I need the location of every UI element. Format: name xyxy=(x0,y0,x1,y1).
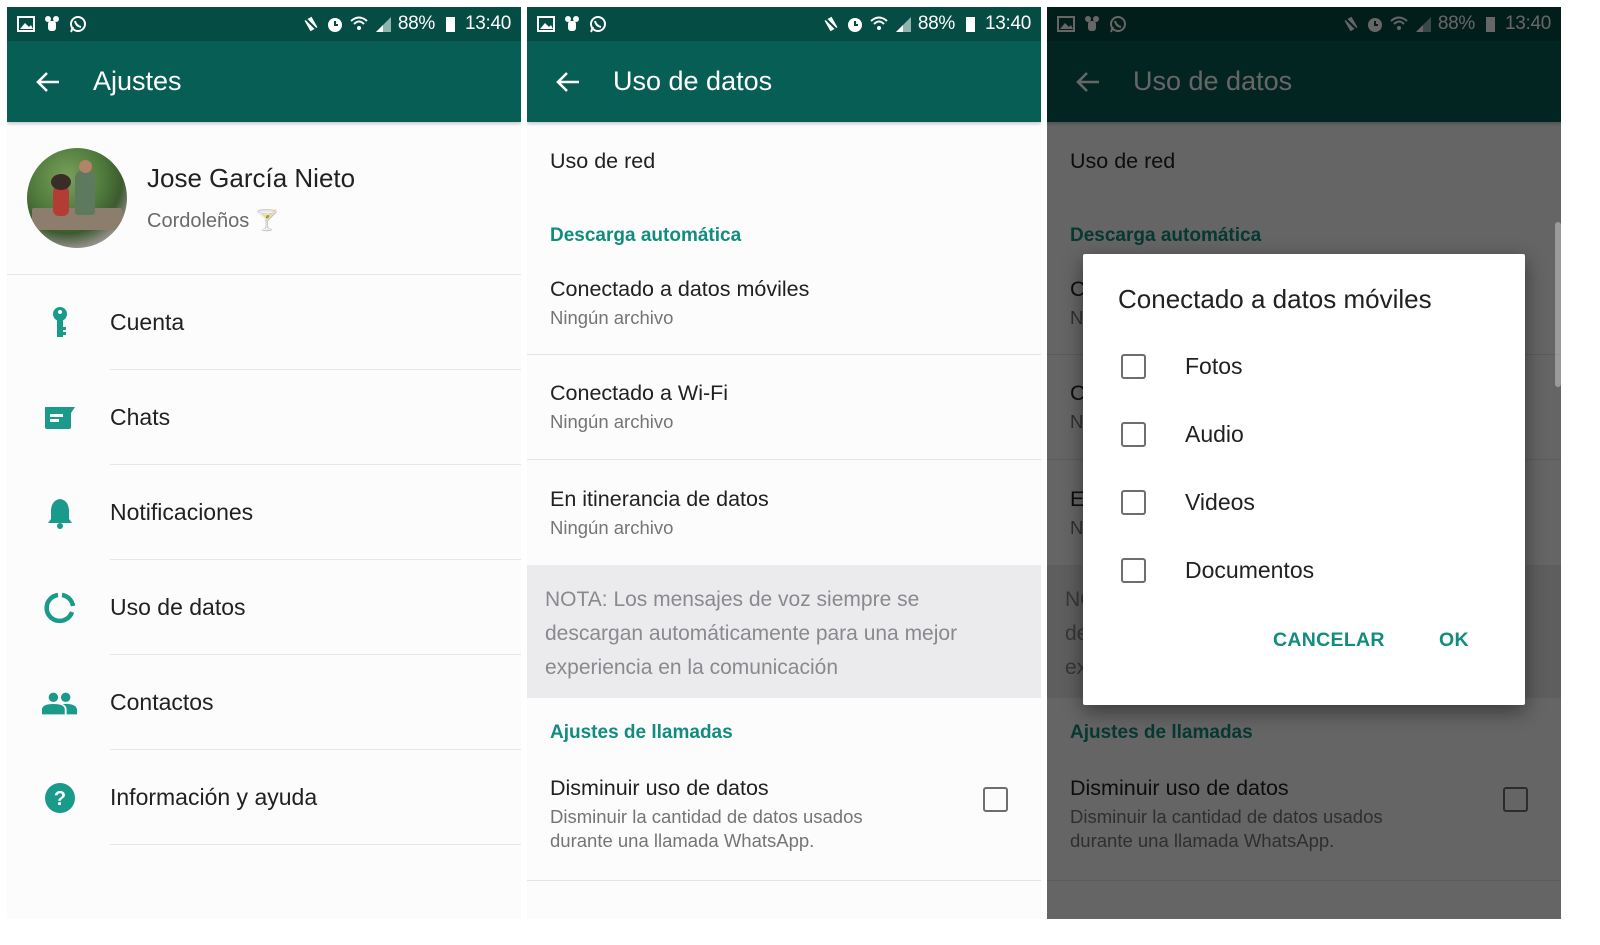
profile-row[interactable]: Jose García Nieto Cordoleños 🍸 xyxy=(7,122,521,275)
status-bar: 88% 13:40 xyxy=(527,7,1041,41)
option-audio[interactable]: Audio xyxy=(1121,414,1244,454)
option-label: Documentos xyxy=(1185,556,1315,583)
data-usage-dialog-screen: 88% 13:40 Uso de datos Uso de red Descar… xyxy=(1047,7,1561,919)
item-subtitle: Disminuir la cantidad de datos usados du… xyxy=(550,806,863,851)
checkbox[interactable] xyxy=(1121,421,1146,447)
signal-icon xyxy=(894,15,912,33)
bell-icon xyxy=(42,495,78,531)
contacts-icon xyxy=(42,685,78,721)
item-title: Conectado a Wi-Fi xyxy=(550,381,729,405)
menu-item-label: Contactos xyxy=(110,689,214,715)
menu-item-notificaciones[interactable]: Notificaciones xyxy=(7,465,521,560)
item-title: Disminuir uso de datos xyxy=(550,776,769,800)
wifi-icon xyxy=(350,15,368,33)
battery-percent: 88% xyxy=(397,13,435,34)
whatsapp-icon xyxy=(589,15,607,33)
status-bar: 88% 13:40 xyxy=(7,7,521,41)
bug-icon xyxy=(43,15,61,33)
item-value: Ningún archivo xyxy=(550,306,674,328)
key-icon xyxy=(42,305,78,341)
menu-item-chats[interactable]: Chats xyxy=(7,370,521,465)
option-label: Fotos xyxy=(1185,352,1243,379)
clock: 13:40 xyxy=(984,13,1031,34)
option-label: Videos xyxy=(1185,488,1255,515)
menu-item-informacion-y-ayuda[interactable]: ? Información y ayuda xyxy=(7,750,521,845)
dialog-title: Conectado a datos móviles xyxy=(1118,284,1432,314)
help-icon: ? xyxy=(42,780,78,816)
wifi-icon xyxy=(870,15,888,33)
battery-icon xyxy=(961,15,979,33)
chat-icon xyxy=(42,400,78,436)
svg-text:?: ? xyxy=(54,788,66,810)
alarm-icon xyxy=(326,15,344,33)
menu-item-contactos[interactable]: Contactos xyxy=(7,655,521,750)
option-label: Audio xyxy=(1185,420,1244,447)
profile-status: Cordoleños 🍸 xyxy=(147,210,280,232)
item-value: Ningún archivo xyxy=(550,516,674,538)
auto-download-mobile-item[interactable]: Conectado a datos móviles Ningún archivo xyxy=(527,251,1041,355)
battery-percent: 88% xyxy=(917,13,955,34)
settings-screen: 88% 13:40 Ajustes Jose García Nieto Cord… xyxy=(7,7,521,919)
low-data-usage-item[interactable]: Disminuir uso de datos Disminuir la cant… xyxy=(527,748,1041,881)
menu-item-uso-de-datos[interactable]: Uso de datos xyxy=(7,560,521,655)
data-usage-screen: 88% 13:40 Uso de datos Uso de red Descar… xyxy=(527,7,1041,919)
gallery-icon xyxy=(17,15,35,33)
battery-icon xyxy=(441,15,459,33)
auto-download-roaming-item[interactable]: En itinerancia de datos Ningún archivo xyxy=(527,460,1041,565)
back-arrow-icon[interactable] xyxy=(35,69,61,95)
checkbox[interactable] xyxy=(1121,557,1146,583)
whatsapp-icon xyxy=(69,15,87,33)
checkbox[interactable] xyxy=(1121,489,1146,515)
app-bar: Ajustes xyxy=(7,41,521,122)
vibrate-mute-icon xyxy=(822,15,840,33)
app-bar: Uso de datos xyxy=(527,41,1041,122)
item-value: Ningún archivo xyxy=(550,411,674,432)
menu-item-label: Cuenta xyxy=(110,309,185,335)
back-arrow-icon[interactable] xyxy=(555,69,581,95)
gallery-icon xyxy=(537,15,555,33)
menu-item-label: Chats xyxy=(110,404,171,430)
network-usage-item[interactable]: Uso de red xyxy=(527,122,1041,201)
low-data-checkbox[interactable] xyxy=(983,787,1008,812)
item-title: En itinerancia de datos xyxy=(550,486,769,511)
option-fotos[interactable]: Fotos xyxy=(1121,346,1243,386)
auto-download-wifi-item[interactable]: Conectado a Wi-Fi Ningún archivo xyxy=(527,355,1041,460)
menu-item-cuenta[interactable]: Cuenta xyxy=(7,275,521,370)
calls-header: Ajustes de llamadas xyxy=(550,722,733,743)
auto-download-header: Descarga automática xyxy=(550,225,742,246)
vibrate-mute-icon xyxy=(302,15,320,33)
alarm-icon xyxy=(846,15,864,33)
scrollbar[interactable] xyxy=(1555,222,1561,387)
clock: 13:40 xyxy=(464,13,511,34)
page-title: Ajustes xyxy=(93,66,182,96)
page-title: Uso de datos xyxy=(613,66,773,96)
menu-item-label: Uso de datos xyxy=(110,594,246,620)
checkbox[interactable] xyxy=(1121,353,1146,379)
auto-download-dialog: Conectado a datos móviles Fotos Audio Vi… xyxy=(1083,254,1525,705)
option-videos[interactable]: Videos xyxy=(1121,482,1255,522)
bug-icon xyxy=(563,15,581,33)
voice-note-info: NOTA: Los mensajes de voz siempre se des… xyxy=(527,565,1041,698)
option-documentos[interactable]: Documentos xyxy=(1121,550,1314,590)
avatar[interactable] xyxy=(27,148,127,248)
menu-item-label: Notificaciones xyxy=(110,499,254,525)
ok-button[interactable]: OK xyxy=(1439,629,1469,652)
menu-item-label: Información y ayuda xyxy=(110,784,318,810)
data-usage-icon xyxy=(42,590,78,626)
item-title: Conectado a datos móviles xyxy=(550,276,810,301)
cancel-button[interactable]: CANCELAR xyxy=(1273,629,1385,652)
signal-icon xyxy=(374,15,392,33)
profile-name: Jose García Nieto xyxy=(147,163,356,193)
